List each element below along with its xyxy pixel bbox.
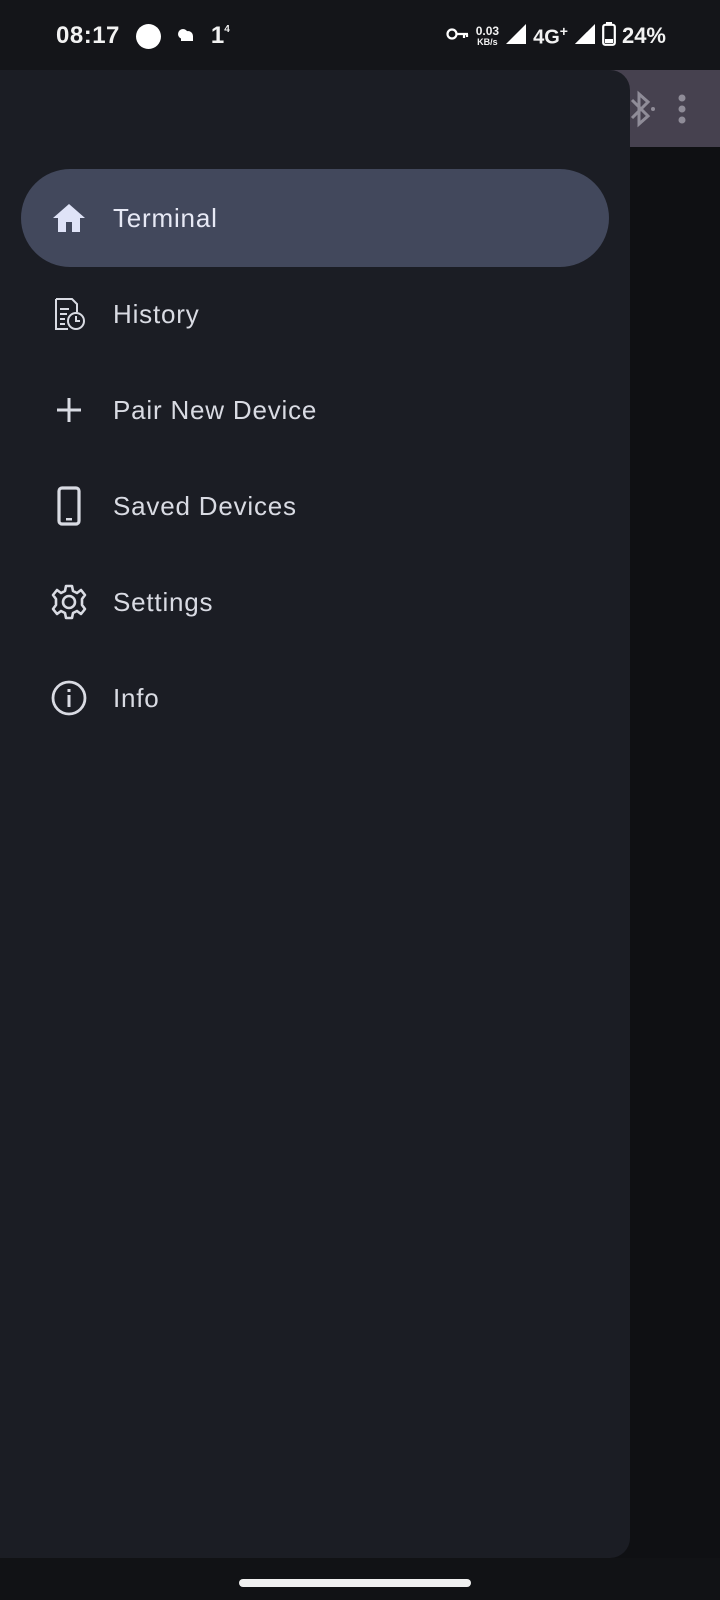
vpn-key-icon: [446, 27, 470, 46]
nav-label: Pair New Device: [113, 395, 318, 425]
more-vert-icon[interactable]: [678, 94, 686, 129]
status-bar: 08:17 14 0.03 KB/s 4G+ 24%: [0, 0, 720, 70]
notification-dot-icon: [135, 23, 161, 49]
nav-label: Info: [113, 683, 160, 713]
nav-item-saved-devices[interactable]: Saved Devices: [21, 457, 609, 555]
nav-label: Saved Devices: [113, 491, 297, 521]
network-type: 4G+: [533, 22, 568, 49]
nav-label: Terminal: [113, 203, 218, 233]
history-document-icon: [49, 294, 89, 334]
nav-item-info[interactable]: Info: [21, 649, 609, 747]
home-gesture-handle[interactable]: [239, 1579, 471, 1587]
weather-icon: [175, 25, 197, 48]
bluetooth-icon[interactable]: [626, 90, 656, 133]
gear-icon: [49, 582, 89, 622]
network-speed: 0.03 KB/s: [475, 24, 500, 47]
nav-item-pair-new-device[interactable]: Pair New Device: [21, 361, 609, 459]
weather-temp: 14: [210, 22, 230, 49]
signal-icon: [505, 23, 527, 50]
nav-label: History: [113, 299, 200, 329]
home-icon: [49, 198, 89, 238]
nav-label: Settings: [113, 587, 214, 617]
info-icon: [49, 678, 89, 718]
phone-icon: [49, 486, 89, 526]
signal-icon: [574, 23, 596, 50]
battery-icon: [602, 21, 616, 51]
navigation-drawer: Terminal History Pair New Device Saved D…: [0, 70, 630, 1558]
status-time: 08:17: [56, 22, 120, 49]
nav-item-terminal[interactable]: Terminal: [21, 169, 609, 267]
nav-item-history[interactable]: History: [21, 265, 609, 363]
plus-icon: [49, 390, 89, 430]
battery-percent: 24%: [621, 23, 666, 48]
nav-item-settings[interactable]: Settings: [21, 553, 609, 651]
